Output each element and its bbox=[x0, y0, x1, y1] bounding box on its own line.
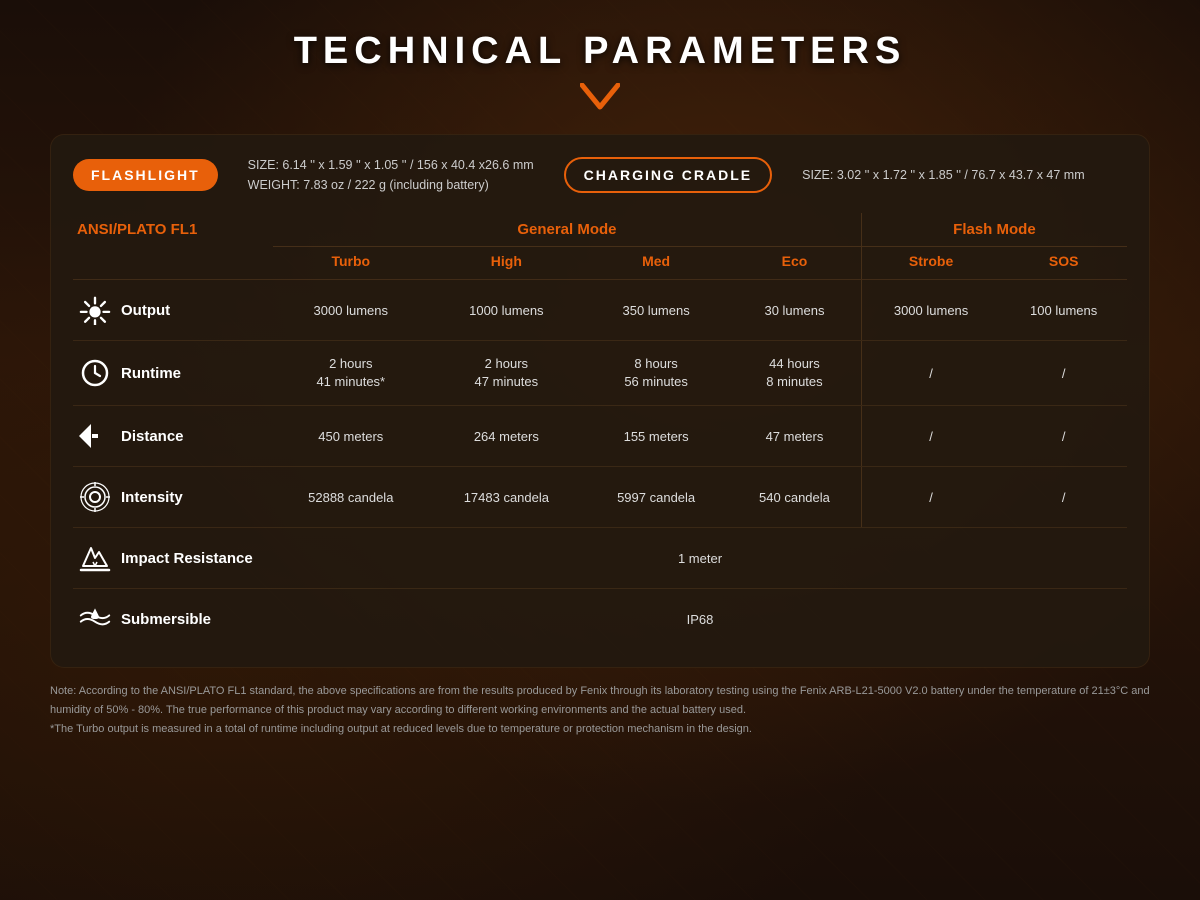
flashlight-specs: SIZE: 6.14 '' x 1.59 '' x 1.05 '' / 156 … bbox=[248, 155, 534, 195]
col-sos-header: SOS bbox=[1000, 247, 1127, 280]
charging-cradle-badge: CHARGING CRADLE bbox=[564, 157, 772, 193]
output-eco: 30 lumens bbox=[728, 280, 861, 341]
impact-value: 1 meter bbox=[273, 528, 1127, 589]
page-title: TECHNICAL PARAMETERS bbox=[50, 30, 1150, 73]
col-strobe-header: Strobe bbox=[861, 247, 1000, 280]
output-high: 1000 lumens bbox=[429, 280, 585, 341]
runtime-label: Runtime bbox=[121, 365, 181, 382]
intensity-strobe: / bbox=[861, 467, 1000, 528]
runtime-turbo: 2 hours41 minutes* bbox=[273, 341, 429, 406]
footer-note-1: Note: According to the ANSI/PLATO FL1 st… bbox=[50, 682, 1150, 719]
distance-row: Distance 450 meters 264 meters 155 meter… bbox=[73, 406, 1127, 467]
output-label: Output bbox=[121, 302, 170, 319]
flashlight-badge: FLASHLIGHT bbox=[73, 159, 218, 191]
output-sos: 100 lumens bbox=[1000, 280, 1127, 341]
footer-note-2: *The Turbo output is measured in a total… bbox=[50, 720, 1150, 739]
intensity-row: Intensity 52888 candela 17483 candela 59… bbox=[73, 467, 1127, 528]
runtime-med: 8 hours56 minutes bbox=[584, 341, 728, 406]
intensity-eco: 540 candela bbox=[728, 467, 861, 528]
output-turbo: 3000 lumens bbox=[273, 280, 429, 341]
col-turbo-header: Turbo bbox=[273, 247, 429, 280]
distance-icon bbox=[79, 420, 111, 452]
col-med-header: Med bbox=[584, 247, 728, 280]
distance-turbo: 450 meters bbox=[273, 406, 429, 467]
intensity-turbo: 52888 candela bbox=[273, 467, 429, 528]
submersible-icon bbox=[79, 603, 111, 635]
general-mode-header: General Mode bbox=[273, 213, 861, 247]
submersible-label: Submersible bbox=[121, 611, 211, 628]
intensity-icon bbox=[79, 481, 111, 513]
empty-header bbox=[73, 247, 273, 280]
distance-label: Distance bbox=[121, 428, 184, 445]
submersible-value: IP68 bbox=[273, 589, 1127, 650]
impact-icon bbox=[79, 542, 111, 574]
intensity-label: Intensity bbox=[121, 489, 183, 506]
output-icon bbox=[79, 294, 111, 326]
intensity-sos: / bbox=[1000, 467, 1127, 528]
intensity-high: 17483 candela bbox=[429, 467, 585, 528]
flash-mode-header: Flash Mode bbox=[861, 213, 1127, 247]
runtime-row: Runtime 2 hours41 minutes* 2 hours47 min… bbox=[73, 341, 1127, 406]
impact-row: Impact Resistance 1 meter bbox=[73, 528, 1127, 589]
impact-label: Impact Resistance bbox=[121, 550, 253, 567]
output-strobe: 3000 lumens bbox=[861, 280, 1000, 341]
distance-high: 264 meters bbox=[429, 406, 585, 467]
submersible-row: Submersible IP68 bbox=[73, 589, 1127, 650]
ansi-label: ANSI/PLATO FL1 bbox=[73, 213, 273, 247]
runtime-high: 2 hours47 minutes bbox=[429, 341, 585, 406]
distance-sos: / bbox=[1000, 406, 1127, 467]
chevron-icon bbox=[50, 83, 1150, 116]
col-high-header: High bbox=[429, 247, 585, 280]
runtime-icon bbox=[79, 357, 111, 389]
charging-cradle-specs: SIZE: 3.02 '' x 1.72 '' x 1.85 '' / 76.7… bbox=[802, 165, 1085, 185]
runtime-eco: 44 hours8 minutes bbox=[728, 341, 861, 406]
distance-strobe: / bbox=[861, 406, 1000, 467]
main-card: FLASHLIGHT SIZE: 6.14 '' x 1.59 '' x 1.0… bbox=[50, 134, 1150, 668]
distance-med: 155 meters bbox=[584, 406, 728, 467]
output-med: 350 lumens bbox=[584, 280, 728, 341]
distance-eco: 47 meters bbox=[728, 406, 861, 467]
col-eco-header: Eco bbox=[728, 247, 861, 280]
output-row: Output 3000 lumens 1000 lumens 350 lumen… bbox=[73, 280, 1127, 341]
intensity-med: 5997 candela bbox=[584, 467, 728, 528]
spec-table: ANSI/PLATO FL1 General Mode Flash Mode T… bbox=[73, 213, 1127, 649]
product-row: FLASHLIGHT SIZE: 6.14 '' x 1.59 '' x 1.0… bbox=[73, 155, 1127, 195]
runtime-sos: / bbox=[1000, 341, 1127, 406]
runtime-strobe: / bbox=[861, 341, 1000, 406]
footer-notes: Note: According to the ANSI/PLATO FL1 st… bbox=[50, 682, 1150, 738]
